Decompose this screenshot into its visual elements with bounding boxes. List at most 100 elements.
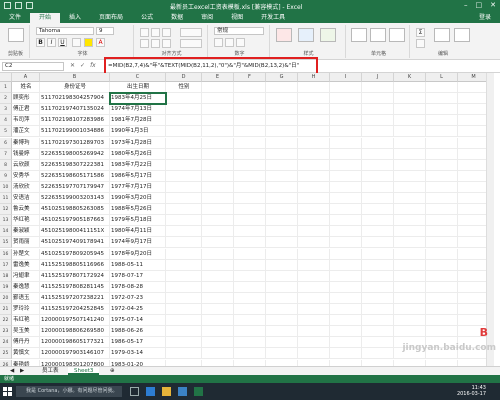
table-cell[interactable] <box>202 159 234 171</box>
table-cell[interactable] <box>234 181 266 193</box>
header-cell[interactable] <box>426 82 458 94</box>
table-cell[interactable] <box>234 315 266 327</box>
table-cell[interactable] <box>202 170 234 182</box>
table-cell[interactable] <box>394 159 426 171</box>
row-header[interactable]: 22 <box>0 315 12 327</box>
table-cell[interactable] <box>362 126 394 138</box>
table-cell[interactable] <box>166 204 202 216</box>
table-cell[interactable] <box>234 226 266 238</box>
table-cell[interactable] <box>298 315 330 327</box>
login-link[interactable]: 登录 <box>470 13 500 23</box>
table-cell[interactable] <box>266 115 298 127</box>
table-cell[interactable] <box>298 281 330 293</box>
align-right-button[interactable] <box>162 39 171 48</box>
table-cell[interactable] <box>362 93 394 105</box>
table-cell[interactable] <box>166 137 202 149</box>
column-header-H[interactable]: H <box>298 73 330 82</box>
row-header[interactable]: 20 <box>0 292 12 304</box>
table-cell[interactable] <box>394 281 426 293</box>
table-cell[interactable]: 潘芷文 <box>12 126 40 138</box>
table-cell[interactable]: 1974年9月17日 <box>110 237 166 249</box>
table-cell[interactable] <box>298 226 330 238</box>
table-cell[interactable] <box>266 326 298 338</box>
table-cell[interactable] <box>266 337 298 349</box>
table-cell[interactable] <box>362 226 394 238</box>
table-cell[interactable] <box>202 215 234 227</box>
table-cell[interactable]: 51170219810728398​6 <box>40 115 110 127</box>
table-cell[interactable]: 12000019860517732​1 <box>40 337 110 349</box>
table-cell[interactable] <box>362 204 394 216</box>
table-cell[interactable] <box>362 137 394 149</box>
table-cell[interactable] <box>426 104 458 116</box>
table-cell[interactable] <box>202 126 234 138</box>
table-cell[interactable] <box>426 193 458 205</box>
tab-view[interactable]: 视图 <box>222 13 252 23</box>
table-cell[interactable]: 华红艳 <box>12 215 40 227</box>
row-header[interactable]: 6 <box>0 137 12 149</box>
table-cell[interactable] <box>426 204 458 216</box>
table-cell[interactable] <box>166 148 202 160</box>
table-cell[interactable] <box>266 181 298 193</box>
table-cell[interactable] <box>394 237 426 249</box>
table-cell[interactable] <box>234 281 266 293</box>
table-cell[interactable]: 雷逸美 <box>12 259 40 271</box>
row-header[interactable]: 9 <box>0 170 12 182</box>
table-cell[interactable] <box>362 215 394 227</box>
table-cell[interactable] <box>234 237 266 249</box>
header-cell[interactable] <box>266 82 298 94</box>
table-cell[interactable] <box>202 337 234 349</box>
table-cell[interactable] <box>166 337 202 349</box>
column-header-J[interactable]: J <box>362 73 394 82</box>
table-cell[interactable] <box>166 326 202 338</box>
table-cell[interactable]: 孙楚文 <box>12 248 40 260</box>
table-cell[interactable] <box>234 93 266 105</box>
format-as-table-button[interactable] <box>298 28 314 42</box>
table-cell[interactable] <box>362 181 394 193</box>
table-cell[interactable]: 51170219730128970​3 <box>40 137 110 149</box>
table-cell[interactable] <box>266 215 298 227</box>
table-cell[interactable] <box>266 348 298 360</box>
table-cell[interactable] <box>426 226 458 238</box>
row-header[interactable]: 23 <box>0 326 12 338</box>
table-cell[interactable]: 41152519880511696​6 <box>40 259 110 271</box>
table-cell[interactable] <box>394 326 426 338</box>
column-header-G[interactable]: G <box>266 73 298 82</box>
table-cell[interactable] <box>330 270 362 282</box>
row-header[interactable]: 16 <box>0 248 12 260</box>
table-cell[interactable]: 秦逸慧 <box>12 281 40 293</box>
table-cell[interactable]: 韦司萍 <box>12 115 40 127</box>
cortana-search[interactable]: 我是 Cortana，小娜。有问题尽管问我。 <box>16 386 122 397</box>
table-cell[interactable] <box>234 115 266 127</box>
table-cell[interactable]: 52263519900320314​3 <box>40 193 110 205</box>
font-name-select[interactable]: Tahoma <box>36 27 94 35</box>
header-cell[interactable]: 性别 <box>166 82 202 94</box>
fill-button[interactable] <box>416 39 425 48</box>
table-cell[interactable] <box>426 148 458 160</box>
table-cell[interactable]: 1979年5月18日 <box>110 215 166 227</box>
table-cell[interactable] <box>166 304 202 316</box>
table-cell[interactable]: 1980年4月11日 <box>110 226 166 238</box>
font-size-select[interactable]: 9 <box>96 27 114 35</box>
table-cell[interactable] <box>298 137 330 149</box>
table-cell[interactable] <box>330 281 362 293</box>
table-cell[interactable] <box>266 270 298 282</box>
row-header[interactable]: 5 <box>0 126 12 138</box>
table-cell[interactable] <box>266 204 298 216</box>
row-header[interactable]: 15 <box>0 237 12 249</box>
table-cell[interactable] <box>202 259 234 271</box>
table-cell[interactable] <box>426 215 458 227</box>
row-header[interactable]: 4 <box>0 115 12 127</box>
table-cell[interactable] <box>426 159 458 171</box>
table-cell[interactable] <box>266 292 298 304</box>
autosum-icon[interactable]: Σ <box>416 28 425 37</box>
table-cell[interactable] <box>298 237 330 249</box>
table-cell[interactable] <box>234 137 266 149</box>
table-cell[interactable]: 45102519790518766​3 <box>40 215 110 227</box>
table-cell[interactable] <box>202 137 234 149</box>
table-cell[interactable]: 12000019750714124​0 <box>40 315 110 327</box>
paste-button[interactable] <box>8 28 24 42</box>
table-cell[interactable] <box>234 204 266 216</box>
table-cell[interactable] <box>166 215 202 227</box>
table-cell[interactable]: 吴玉美 <box>12 326 40 338</box>
table-cell[interactable] <box>298 337 330 349</box>
